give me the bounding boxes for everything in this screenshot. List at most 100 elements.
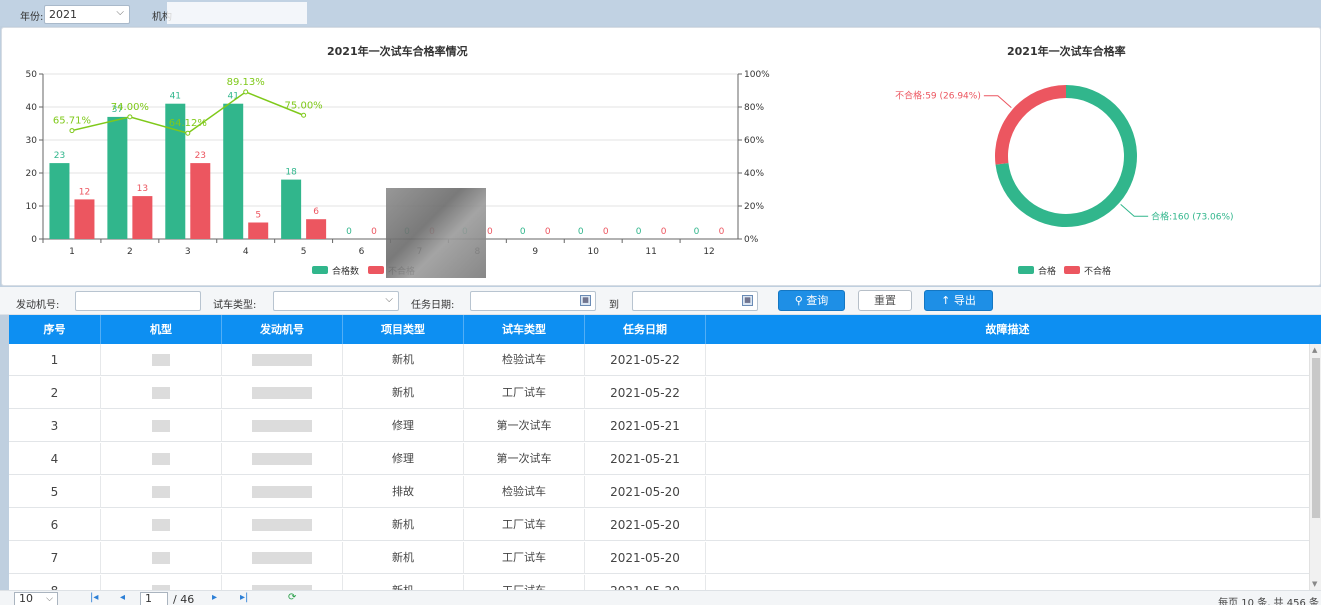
export-button[interactable]: ↑ 导出 <box>924 290 993 311</box>
start-date-input[interactable]: ▦ <box>470 291 596 311</box>
cell-fault <box>706 542 1309 574</box>
rate-point <box>127 114 133 120</box>
table-row[interactable]: 4 修理 第一次试车 2021-05-21 <box>9 443 1309 475</box>
y-tick-label: 10 <box>26 202 38 212</box>
table-row[interactable]: 6 新机 工厂试车 2021-05-20 <box>9 509 1309 541</box>
data-table: 序号 机型 发动机号 项目类型 试车类型 任务日期 故障描述 1 新机 检验试车 20… <box>9 315 1321 590</box>
rate-data-label: 75.00% <box>285 100 323 111</box>
reset-button-label: 重置 <box>874 294 896 307</box>
rate-data-label: 65.71% <box>53 116 91 127</box>
cell-no: 5 <box>9 476 101 508</box>
refresh-icon[interactable]: ⟳ <box>288 592 296 603</box>
cell-model <box>101 344 222 376</box>
year-value: 2021 <box>49 8 77 21</box>
bar-data-label: 0 <box>545 227 551 237</box>
table-row[interactable]: 5 排故 检验试车 2021-05-20 <box>9 476 1309 508</box>
bar-pass <box>281 179 302 239</box>
engine-label: 发动机号: <box>16 300 60 311</box>
table-row[interactable]: 7 新机 工厂试车 2021-05-20 <box>9 542 1309 574</box>
legend-pass-label: 合格 <box>1038 265 1056 277</box>
scroll-down-icon[interactable]: ▼ <box>1312 580 1317 588</box>
bar-data-label: 0 <box>603 227 609 237</box>
bar-data-label: 0 <box>636 227 642 237</box>
cell-no: 3 <box>9 410 101 442</box>
cell-project: 新机 <box>343 542 464 574</box>
export-button-label: 导出 <box>953 294 976 307</box>
cell-date: 2021-05-21 <box>585 443 706 475</box>
vertical-scrollbar[interactable]: ▲ ▼ <box>1309 344 1321 590</box>
col-header-date[interactable]: 任务日期 <box>585 315 706 344</box>
first-page-icon[interactable]: |◂ <box>90 592 98 603</box>
calendar-icon[interactable]: ▦ <box>580 295 591 306</box>
col-header-fault[interactable]: 故障描述 <box>706 315 1309 344</box>
bar-data-label: 23 <box>195 151 206 161</box>
slice-leader-line <box>983 95 1012 108</box>
scroll-up-icon[interactable]: ▲ <box>1312 346 1317 354</box>
y2-tick-label: 0% <box>744 235 759 245</box>
legend-fail-label: 不合格 <box>1084 265 1111 277</box>
bar-data-label: 0 <box>578 227 584 237</box>
cell-project: 修理 <box>343 410 464 442</box>
col-header-no[interactable]: 序号 <box>9 315 101 344</box>
col-header-engine[interactable]: 发动机号 <box>222 315 343 344</box>
scroll-thumb[interactable] <box>1312 358 1320 518</box>
cell-test: 工厂试车 <box>464 377 585 409</box>
test-type-select[interactable]: ⌵ <box>273 291 399 311</box>
y2-tick-label: 40% <box>744 169 764 179</box>
rate-point <box>243 89 249 95</box>
redacted-value <box>252 552 312 564</box>
current-page: 1 <box>145 592 152 605</box>
y-tick-label: 40 <box>26 103 38 113</box>
col-header-project[interactable]: 项目类型 <box>343 315 464 344</box>
calendar-icon[interactable]: ▦ <box>742 295 753 306</box>
engine-input[interactable] <box>75 291 201 311</box>
bar-data-label: 13 <box>137 184 148 194</box>
reset-button[interactable]: 重置 <box>858 290 912 311</box>
cell-project: 新机 <box>343 575 464 590</box>
search-button[interactable]: ⚲ 查询 <box>778 290 845 311</box>
last-page-icon[interactable]: ▸| <box>240 592 248 603</box>
cell-test: 工厂试车 <box>464 575 585 590</box>
org-select[interactable] <box>167 2 307 24</box>
prev-page-icon[interactable]: ◂ <box>120 592 125 603</box>
col-header-model[interactable]: 机型 <box>101 315 222 344</box>
table-row[interactable]: 2 新机 工厂试车 2021-05-22 <box>9 377 1309 409</box>
redacted-value <box>152 486 170 498</box>
rate-data-label: 64.12% <box>169 118 207 129</box>
slice-data-label: 合格:160 (73.06%) <box>1151 210 1233 222</box>
slice-data-label: 不合格:59 (26.94%) <box>895 90 981 102</box>
cell-date: 2021-05-20 <box>585 509 706 541</box>
cell-date: 2021-05-21 <box>585 410 706 442</box>
cell-fault <box>706 344 1309 376</box>
cell-fault <box>706 575 1309 590</box>
rate-data-label: 89.13% <box>227 77 265 88</box>
cell-engine <box>222 542 343 574</box>
x-tick-label: 6 <box>359 247 365 257</box>
x-tick-label: 5 <box>301 247 307 257</box>
x-tick-label: 1 <box>69 247 75 257</box>
next-page-icon[interactable]: ▸ <box>212 592 217 603</box>
redacted-value <box>152 420 170 432</box>
cell-no: 4 <box>9 443 101 475</box>
cell-test: 第一次试车 <box>464 443 585 475</box>
cell-fault <box>706 377 1309 409</box>
cell-date: 2021-05-22 <box>585 344 706 376</box>
search-icon: ⚲ <box>794 294 803 307</box>
table-row[interactable]: 8 新机工厂试车2021-05-20 <box>9 575 1309 590</box>
col-header-test[interactable]: 试车类型 <box>464 315 585 344</box>
y-tick-label: 50 <box>26 70 38 80</box>
slice-fail <box>995 85 1066 165</box>
cell-fault <box>706 509 1309 541</box>
x-tick-label: 3 <box>185 247 191 257</box>
table-row[interactable]: 3 修理 第一次试车 2021-05-21 <box>9 410 1309 442</box>
year-select[interactable]: 2021 ⌵ <box>44 5 130 24</box>
end-date-input[interactable]: ▦ <box>632 291 758 311</box>
page-size-select[interactable]: 10 ⌵ <box>14 592 58 605</box>
table-row[interactable]: 1 新机 检验试车 2021-05-22 <box>9 344 1309 376</box>
legend-pass-swatch <box>312 266 328 274</box>
cell-date: 2021-05-20 <box>585 575 706 590</box>
page-number-input[interactable]: 1 <box>140 592 168 605</box>
chevron-down-icon: ⌵ <box>385 294 393 305</box>
cell-date: 2021-05-20 <box>585 476 706 508</box>
cell-test: 检验试车 <box>464 344 585 376</box>
